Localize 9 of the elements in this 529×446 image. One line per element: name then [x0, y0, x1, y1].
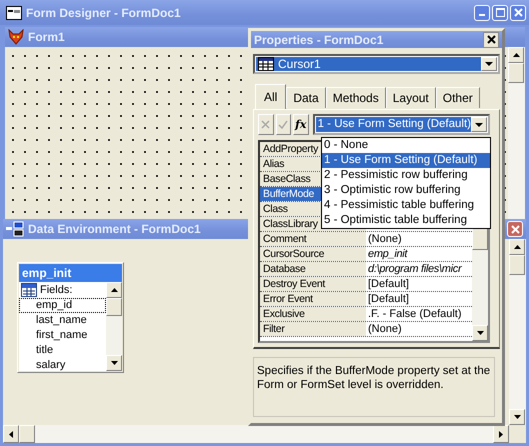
- object-name: Cursor1: [278, 57, 321, 71]
- selected-value: 1 - Use Form Setting (Default): [316, 117, 471, 132]
- window-title: Form Designer - FormDoc1: [26, 6, 181, 20]
- description-text: Specifies if the BufferMode property set at the Form or FormSet level is overridden.: [253, 357, 495, 417]
- window-title: Properties - FormDoc1: [254, 32, 384, 46]
- window-title: Data Environment - FormDoc1: [28, 222, 201, 236]
- table-name: emp_init: [19, 264, 122, 282]
- window-title: Form1: [28, 30, 65, 44]
- fields-label: Fields:: [40, 284, 72, 296]
